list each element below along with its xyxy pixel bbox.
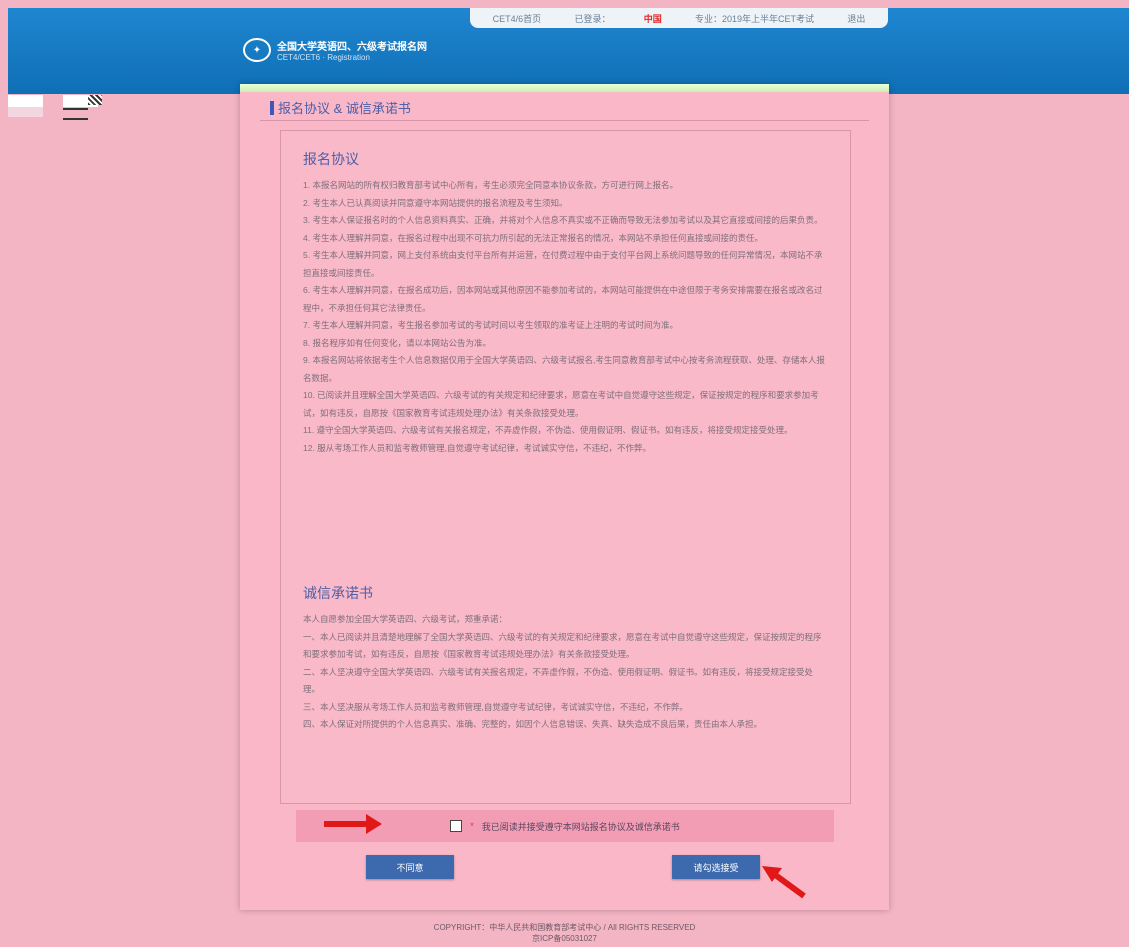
disagree-button[interactable]: 不同意: [366, 855, 454, 879]
agree-checkbox-label[interactable]: 我已阅读并接受遵守本网站报名协议及诚信承诺书: [482, 820, 680, 833]
right-arrow-icon: [762, 866, 806, 899]
agreement-item-4: 4. 考生本人理解并同意，在报名过程中出现不可抗力所引起的无法正常报名的情况，本…: [303, 232, 763, 243]
agreement-item-9: 9. 本报名网站将依据考生个人信息数据仅用于全国大学英语四、六级考试报名,考生同…: [303, 355, 825, 383]
logo-emblem-icon: ✦: [243, 38, 271, 62]
icp-text: 京ICP备05031027: [532, 934, 597, 943]
agreement-item-6: 6. 考生本人理解并同意，在报名成功后，因本网站或其他原因不能参加考试的，本网站…: [303, 285, 823, 313]
page-title-text: 报名协议 & 诚信承诺书: [278, 101, 411, 116]
site-logo[interactable]: ✦ 全国大学英语四、六级考试报名网 CET4/CET6 · Registrati…: [243, 38, 427, 62]
pledge-item-intro: 本人自愿参加全国大学英语四、六级考试，郑重承诺：: [303, 614, 508, 624]
title-bar-icon: [270, 100, 274, 115]
agreement-item-10: 10. 已阅读并且理解全国大学英语四、六级考试的有关规定和纪律要求，愿意在考试中…: [303, 390, 819, 418]
page-title: 报名协议 & 诚信承诺书: [270, 98, 411, 117]
panel-band: [240, 84, 889, 92]
agreement-item-7: 7. 考生本人理解并同意，考生报名参加考试的考试时间以考生领取的准考证上注明的考…: [303, 320, 678, 330]
agree-checkbox[interactable]: [450, 820, 463, 832]
pledge-section: 诚信承诺书 本人自愿参加全国大学英语四、六级考试，郑重承诺： 一、本人已阅读并且…: [303, 583, 828, 734]
required-mark: *: [470, 821, 474, 831]
pledge-item-1: 一、本人已阅读并且清楚地理解了全国大学英语四、六级考试的有关规定和纪律要求，愿意…: [303, 631, 822, 660]
agreement-item-12: 12. 服从考场工作人员和监考教师管理,自觉遵守考试纪律，考试诚实守信，不违纪，…: [303, 442, 652, 453]
copyright-text: COPYRIGHT：中华人民共和国教育部考试中心 / All RIGHTS RE…: [433, 923, 696, 932]
pledge-item-4: 四、本人保证对所提供的个人信息真实、准确、完整的，如因个人信息错误、失真、缺失造…: [303, 719, 763, 729]
logout-link[interactable]: 退出: [847, 12, 865, 25]
agreement-item-2: 2. 考生本人已认真阅读并同意遵守本网站提供的报名流程及考生须知。: [303, 197, 568, 208]
pledge-item-3: 三、本人坚决服从考场工作人员和监考教师管理,自觉遵守考试纪律，考试诚实守信，不违…: [303, 701, 688, 712]
agreement-item-11: 11. 遵守全国大学英语四、六级考试有关报名规定，不弄虚作假，不伪造、使用假证明…: [303, 425, 793, 435]
left-arrow-icon: [324, 814, 382, 834]
title-divider: [260, 120, 869, 121]
agreement-item-8: 8. 报名程序如有任何变化，请以本网站公告为准。: [303, 337, 491, 348]
accept-submit-button[interactable]: 请勾选接受: [672, 855, 760, 879]
agreement-scroll-box[interactable]: 报名协议 1. 本报名网站的所有权归教育部考试中心所有，考生必须完全同意本协议条…: [280, 130, 851, 804]
logo-title: 全国大学英语四、六级考试报名网: [277, 42, 427, 53]
top-user-bar: CET4/6首页 已登录： 中国 专业：2019年上半年CET考试 退出: [470, 8, 888, 28]
login-status: 已登录：: [574, 13, 611, 24]
logo-subtitle: CET4/CET6 · Registration: [277, 53, 370, 62]
exam-info: 专业：2019年上半年CET考试: [695, 13, 815, 24]
agreement-item-5: 5. 考生本人理解并同意，网上支付系统由支付平台所有并运营，在付费过程中由于支付…: [303, 250, 823, 278]
home-link[interactable]: CET4/6首页: [493, 12, 542, 25]
agreement-item-1: 1. 本报名网站的所有权归教育部考试中心所有，考生必须完全同意本协议条款，方可进…: [303, 180, 678, 190]
pledge-heading: 诚信承诺书: [303, 585, 373, 601]
agreement-section: 报名协议 1. 本报名网站的所有权归教育部考试中心所有，考生必须完全同意本协议条…: [303, 149, 828, 457]
agreement-panel: 报名协议 & 诚信承诺书 报名协议 1. 本报名网站的所有权归教育部考试中心所有…: [240, 84, 889, 910]
pledge-item-2: 二、本人坚决遵守全国大学英语四、六级考试有关报名规定，不弄虚作假，不伪造、使用假…: [303, 666, 814, 695]
page-footer: COPYRIGHT：中华人民共和国教育部考试中心 / All RIGHTS RE…: [0, 922, 1129, 944]
agreement-heading: 报名协议: [303, 151, 359, 167]
corner-artifact: [8, 95, 248, 120]
user-name: 中国: [643, 13, 662, 24]
agreement-item-3: 3. 考生本人保证报名时的个人信息资料真实、正确，并将对个人信息不真实或不正确而…: [303, 215, 823, 225]
